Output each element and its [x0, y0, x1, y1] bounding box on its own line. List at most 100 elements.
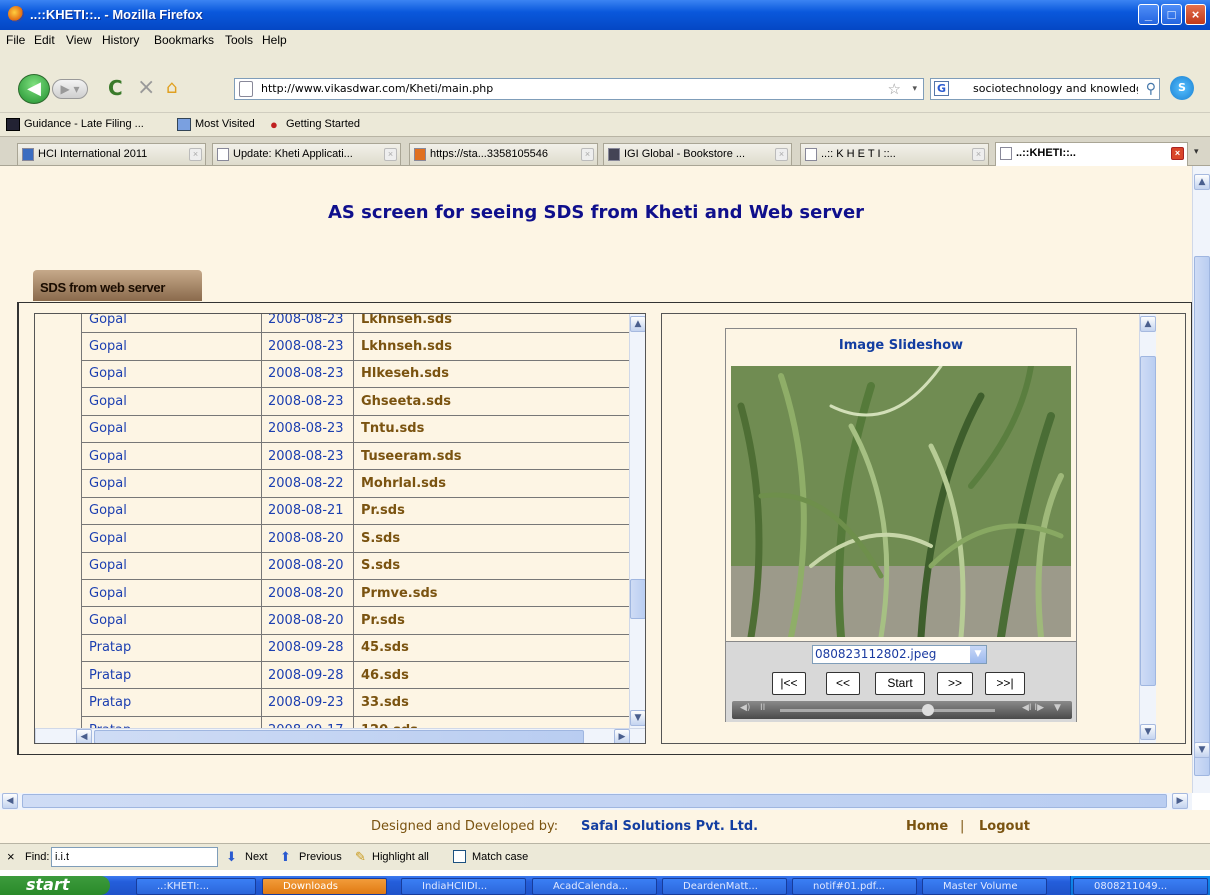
- search-bar[interactable]: G sociotechnology and knowledg ⚲: [930, 78, 1160, 100]
- scroll-up-icon[interactable]: ▲: [630, 316, 645, 332]
- file-link[interactable]: Mohrlal.sds: [353, 469, 638, 498]
- tab-update[interactable]: Update: Kheti Applicati... ×: [212, 143, 401, 165]
- tab-igi[interactable]: IGI Global - Bookstore ... ×: [603, 143, 792, 165]
- taskbar-item[interactable]: DeardenMatt...: [662, 878, 787, 895]
- file-link[interactable]: S.sds: [353, 551, 638, 580]
- list-horizontal-scrollbar[interactable]: ◀ ▶: [35, 728, 645, 743]
- scroll-down-icon[interactable]: ▼: [630, 710, 645, 726]
- taskbar-item[interactable]: ..:KHETI:...: [136, 878, 256, 895]
- tab-close-icon[interactable]: ×: [1171, 147, 1184, 160]
- taskbar-item[interactable]: 0808211049...: [1073, 878, 1208, 895]
- reload-icon[interactable]: C: [108, 76, 123, 100]
- tab-close-icon[interactable]: ×: [972, 148, 985, 161]
- table-row[interactable]: Gopal 2008-08-20 Pr.sds: [81, 606, 638, 635]
- stop-icon[interactable]: ×: [137, 75, 155, 100]
- scroll-left-icon[interactable]: ◀: [76, 729, 92, 743]
- page-vertical-scrollbar[interactable]: ▲ ▼: [1192, 166, 1210, 793]
- bookmark-most-visited[interactable]: Most Visited: [195, 118, 255, 130]
- sds-from-web-server-button[interactable]: SDS from web server: [33, 270, 202, 301]
- scroll-right-icon[interactable]: ▶: [1172, 793, 1188, 809]
- table-row[interactable]: Gopal 2008-08-22 Mohrlal.sds: [81, 469, 638, 498]
- menu-view[interactable]: View: [66, 33, 92, 47]
- table-row[interactable]: Pratap 2008-09-28 46.sds: [81, 661, 638, 690]
- taskbar-item-active[interactable]: Downloads: [262, 878, 387, 895]
- slideshow-vertical-scrollbar[interactable]: ▲ ▼: [1139, 314, 1156, 743]
- file-link[interactable]: Ghseeta.sds: [353, 387, 638, 416]
- last-slide-button[interactable]: >>|: [985, 672, 1025, 695]
- scroll-up-icon[interactable]: ▲: [1194, 174, 1210, 190]
- start-slideshow-button[interactable]: Start: [875, 672, 925, 695]
- url-dropdown-icon[interactable]: ▾: [912, 79, 917, 99]
- tab-list-icon[interactable]: ▾: [1194, 147, 1199, 157]
- menu-tools[interactable]: Tools: [225, 33, 253, 47]
- table-row[interactable]: Gopal 2008-08-23 Ghseeta.sds: [81, 387, 638, 416]
- find-next-button[interactable]: Next: [245, 851, 268, 863]
- file-link[interactable]: Pr.sds: [353, 496, 638, 526]
- list-hscroll-thumb[interactable]: [94, 730, 584, 743]
- table-row[interactable]: Gopal 2008-08-23 Lkhnseh.sds: [81, 314, 638, 334]
- scroll-down-icon[interactable]: ▼: [1194, 742, 1210, 758]
- table-row[interactable]: Pratap 2008-09-28 45.sds: [81, 633, 638, 663]
- image-select[interactable]: 080823112802.jpeg ▼: [812, 645, 987, 664]
- taskbar-item[interactable]: IndiaHCIIDI...: [401, 878, 526, 895]
- file-link[interactable]: 45.sds: [353, 633, 638, 663]
- bookmark-getting-started[interactable]: Getting Started: [286, 118, 360, 130]
- table-row[interactable]: Gopal 2008-08-23 Hlkeseh.sds: [81, 359, 638, 389]
- logout-link[interactable]: Logout: [979, 819, 1030, 834]
- file-link[interactable]: Lkhnseh.sds: [353, 332, 638, 361]
- tab-close-icon[interactable]: ×: [384, 148, 397, 161]
- file-link[interactable]: Pr.sds: [353, 606, 638, 635]
- tab-close-icon[interactable]: ×: [775, 148, 788, 161]
- close-find-icon[interactable]: ×: [7, 849, 15, 864]
- taskbar-item[interactable]: notif#01.pdf...: [792, 878, 917, 895]
- minimize-button[interactable]: _: [1138, 4, 1159, 25]
- list-vertical-scrollbar[interactable]: ▲ ▼: [629, 314, 645, 728]
- back-button[interactable]: ◀: [18, 74, 50, 104]
- menu-edit[interactable]: Edit: [34, 33, 55, 47]
- file-link[interactable]: Tuseeram.sds: [353, 441, 638, 471]
- find-input[interactable]: i.i.t: [51, 847, 218, 867]
- slideshow-scroll-thumb[interactable]: [1140, 356, 1156, 686]
- list-scroll-thumb[interactable]: [630, 579, 645, 619]
- file-link[interactable]: S.sds: [353, 524, 638, 553]
- tab-close-icon[interactable]: ×: [581, 148, 594, 161]
- table-row[interactable]: Gopal 2008-08-23 Lkhnseh.sds: [81, 332, 638, 361]
- scroll-down-icon[interactable]: ▼: [1140, 724, 1156, 740]
- tab-close-icon[interactable]: ×: [189, 148, 202, 161]
- forward-button[interactable]: ▶ ▾: [52, 79, 88, 99]
- tab-https[interactable]: https://sta...3358105546 ×: [409, 143, 598, 165]
- table-row[interactable]: Pratap 2008-09-23 33.sds: [81, 688, 638, 717]
- scroll-right-icon[interactable]: ▶: [614, 729, 630, 743]
- table-row[interactable]: Gopal 2008-08-21 Pr.sds: [81, 496, 638, 526]
- step-icon[interactable]: ◀I I▶: [1022, 703, 1044, 713]
- first-slide-button[interactable]: |<<: [772, 672, 806, 695]
- taskbar-item[interactable]: Master Volume: [922, 878, 1047, 895]
- tab-kheti-2[interactable]: ..:: K H E T I ::.. ×: [800, 143, 989, 165]
- scroll-up-icon[interactable]: ▲: [1140, 316, 1156, 332]
- file-link[interactable]: Tntu.sds: [353, 414, 638, 443]
- bookmark-guidance[interactable]: Guidance - Late Filing ...: [24, 118, 144, 130]
- home-link[interactable]: Home: [906, 819, 948, 834]
- file-link[interactable]: Prmve.sds: [353, 578, 638, 608]
- home-icon[interactable]: ⌂: [166, 77, 177, 98]
- file-link[interactable]: 33.sds: [353, 688, 638, 717]
- seek-handle[interactable]: [922, 704, 934, 716]
- highlight-all-button[interactable]: Highlight all: [372, 851, 429, 863]
- scroll-left-icon[interactable]: ◀: [2, 793, 18, 809]
- volume-icon[interactable]: ◀): [740, 703, 750, 713]
- url-bar[interactable]: http://www.vikasdwar.com/Kheti/main.php …: [234, 78, 924, 100]
- table-row[interactable]: Gopal 2008-08-20 Prmve.sds: [81, 578, 638, 608]
- file-link[interactable]: Lkhnseh.sds: [353, 314, 638, 334]
- tab-kheti-active[interactable]: ..::KHETI::.. ×: [995, 142, 1188, 166]
- taskbar-item[interactable]: AcadCalenda...: [532, 878, 657, 895]
- menu-down-icon[interactable]: ▼: [1054, 703, 1061, 713]
- table-row[interactable]: Gopal 2008-08-23 Tntu.sds: [81, 414, 638, 443]
- table-row[interactable]: Gopal 2008-08-23 Tuseeram.sds: [81, 441, 638, 471]
- google-icon[interactable]: G: [934, 81, 949, 96]
- previous-slide-button[interactable]: <<: [826, 672, 860, 695]
- next-slide-button[interactable]: >>: [937, 672, 973, 695]
- menu-history[interactable]: History: [102, 33, 139, 47]
- search-icon[interactable]: ⚲: [1146, 79, 1156, 99]
- skype-icon[interactable]: S: [1170, 76, 1194, 100]
- bookmark-star-icon[interactable]: ☆: [888, 79, 901, 99]
